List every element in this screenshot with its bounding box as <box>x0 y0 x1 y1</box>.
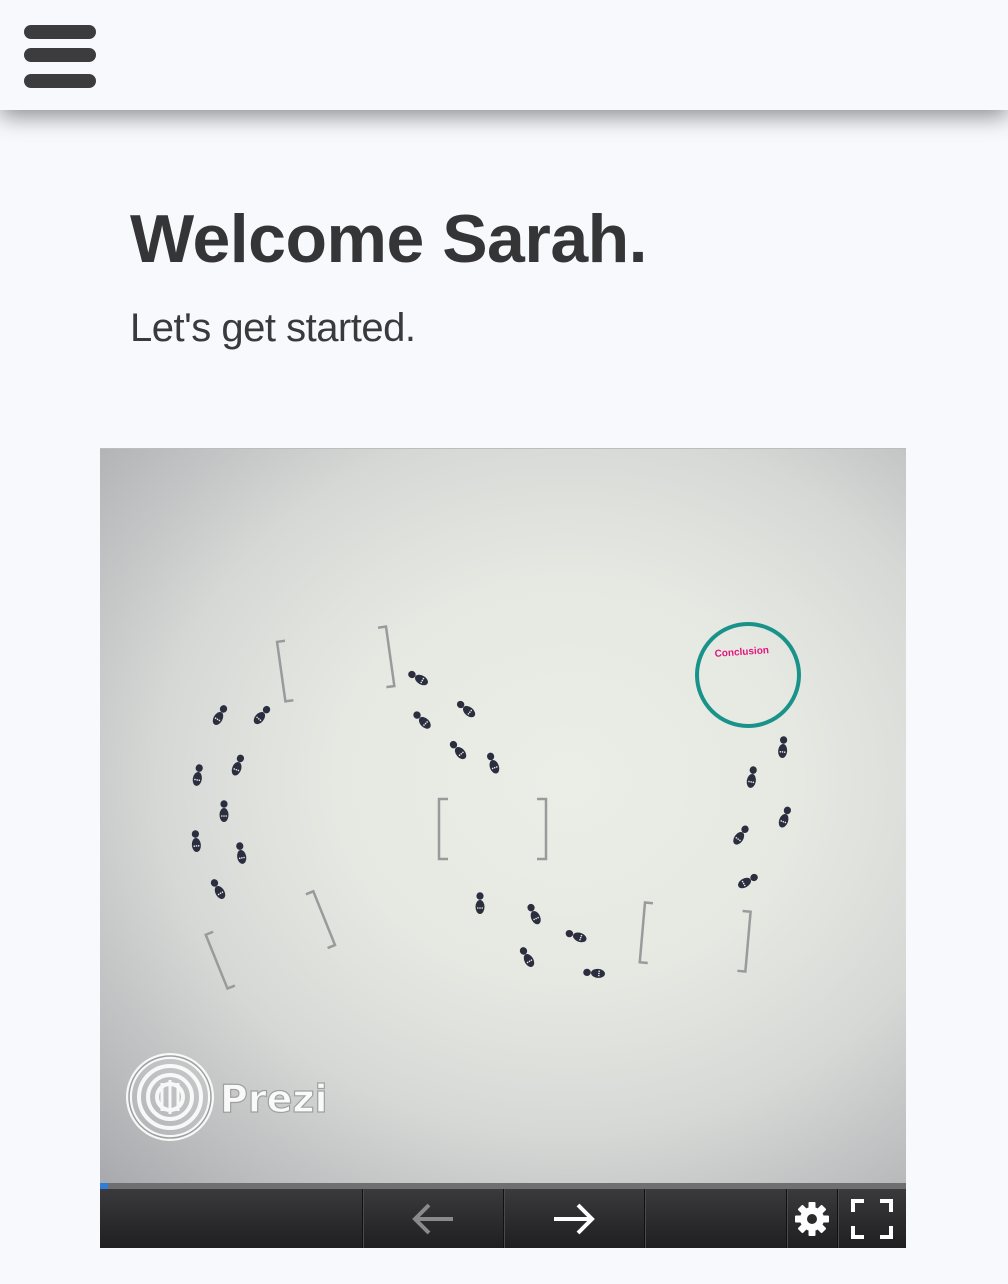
prezi-logo: Prezi <box>126 1053 328 1141</box>
fullscreen-button[interactable] <box>838 1189 906 1248</box>
prezi-canvas[interactable]: Conclusion Prezi <box>100 448 906 1184</box>
next-button[interactable] <box>504 1189 644 1248</box>
footprint-path <box>191 670 792 978</box>
page-subtitle: Let's get started. <box>130 306 416 350</box>
fullscreen-icon <box>851 1198 893 1239</box>
arrow-left-icon <box>412 1203 453 1234</box>
frame-bottom-left <box>204 889 337 991</box>
gear-icon <box>795 1201 829 1236</box>
prezi-logo-text: Prezi <box>220 1077 328 1121</box>
conclusion-label: Conclusion <box>714 645 769 660</box>
page-title: Welcome Sarah. <box>130 201 648 277</box>
frame-top-left <box>275 625 396 703</box>
prev-button[interactable] <box>363 1189 503 1248</box>
player-controls <box>100 1189 906 1248</box>
top-bar <box>0 0 1008 110</box>
arrow-right-icon <box>554 1203 595 1234</box>
conclusion-circle[interactable] <box>695 622 801 728</box>
hamburger-menu-icon[interactable] <box>24 24 96 90</box>
frame-bottom-right <box>638 901 752 973</box>
frame-center <box>437 797 548 861</box>
settings-button[interactable] <box>787 1189 837 1248</box>
prezi-embed[interactable]: Conclusion Prezi <box>100 448 906 1248</box>
